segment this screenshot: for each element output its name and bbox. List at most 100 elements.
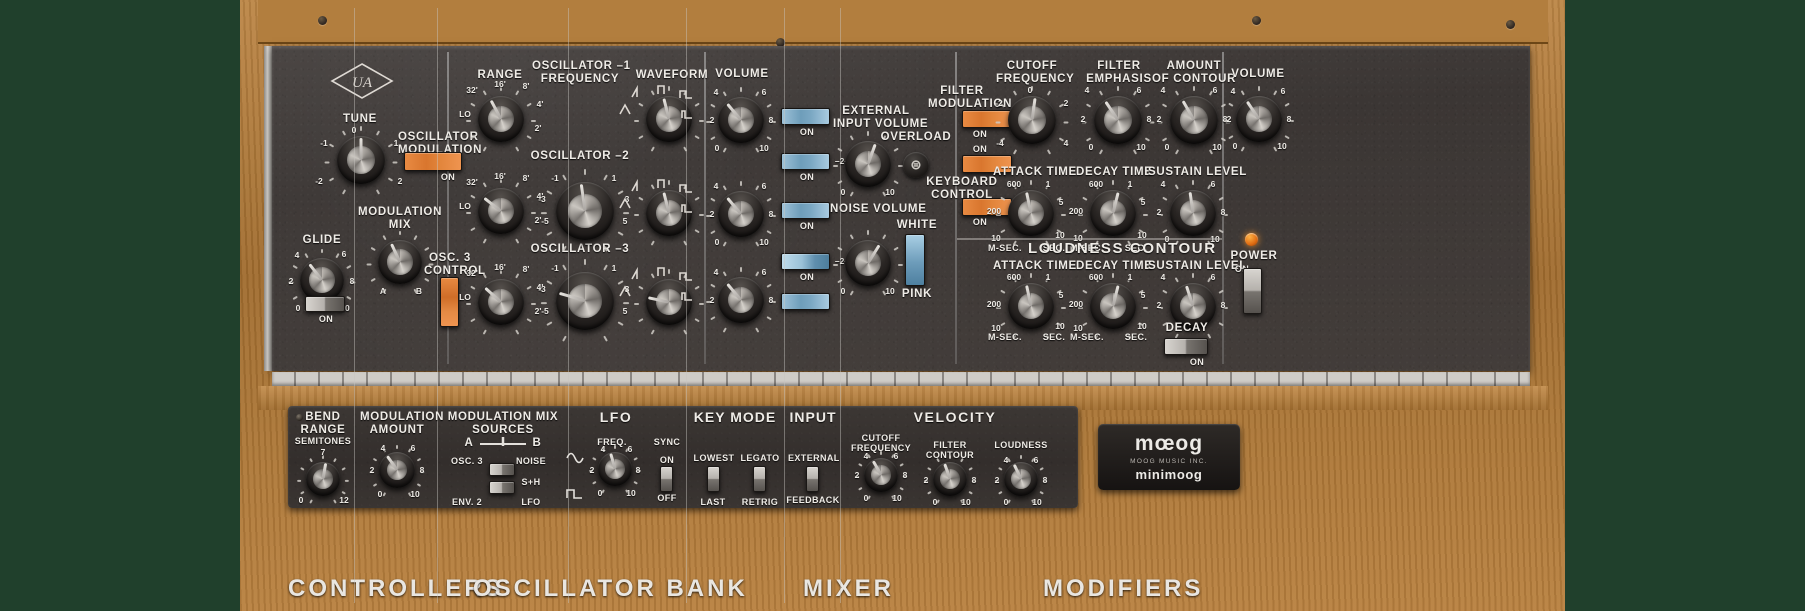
glide-on-label: ON xyxy=(318,314,334,324)
lfo-sine-wave-icon xyxy=(566,452,584,464)
cut-tick-0: 0 xyxy=(1027,85,1033,95)
mv1-tick-4: 4 xyxy=(713,87,719,97)
mv3-tick-2: 2 xyxy=(709,295,715,305)
osc2-mixer-switch[interactable] xyxy=(781,202,830,219)
lp-divider-5 xyxy=(784,8,785,603)
mms-right-switch[interactable] xyxy=(489,481,515,494)
osc1-range-knob[interactable] xyxy=(466,86,536,152)
overload-jack-icon[interactable]: ⊜ xyxy=(903,152,929,178)
input-feedback-label: FEEDBACK xyxy=(786,495,840,505)
vl-tick-4: 4 xyxy=(1003,455,1009,465)
output-volume-knob[interactable] xyxy=(1224,86,1294,152)
out-tick-2: 2 xyxy=(1226,114,1232,124)
glide-tick-4: 4 xyxy=(294,250,300,260)
section-title-mixer: MIXER xyxy=(803,575,895,602)
osc3-frequency-knob[interactable] xyxy=(540,258,630,342)
lp-divider-2 xyxy=(437,8,438,603)
pink-label: PINK xyxy=(901,288,933,300)
lcs-tick-8: 8 xyxy=(1220,300,1226,310)
fcs-tick-2: 2 xyxy=(1156,207,1162,217)
input-source-switch[interactable] xyxy=(806,466,819,492)
modamt-tick-6: 6 xyxy=(410,443,416,453)
osc2-frequency-knob[interactable] xyxy=(540,168,630,252)
modamt-tick-2: 2 xyxy=(369,465,375,475)
filter-sustain-level-knob[interactable] xyxy=(1158,180,1228,246)
osc3-freq-tick-neg1: -1 xyxy=(551,263,559,273)
osc3-mixer-switch[interactable] xyxy=(781,293,830,310)
modulation-amount-knob[interactable] xyxy=(369,444,425,497)
noise-mixer-switch[interactable] xyxy=(781,253,830,270)
velocity-cutoff-frequency-knob[interactable] xyxy=(855,451,907,500)
lfo-freq-knob[interactable] xyxy=(589,445,641,494)
loudness-decay-switch[interactable] xyxy=(1164,338,1208,355)
filter-emphasis-knob[interactable] xyxy=(1081,85,1155,155)
lca-tick-600: 600 xyxy=(1006,272,1022,282)
white-label: WHITE xyxy=(896,219,938,231)
mv1-tick-10: 10 xyxy=(759,143,769,153)
tune-tick-neg1: -1 xyxy=(320,138,328,148)
cutoff-frequency-knob[interactable] xyxy=(995,85,1069,155)
vc-tick-10: 10 xyxy=(892,493,902,503)
glide-on-switch[interactable] xyxy=(305,296,345,312)
lfo-sync-on-label: ON xyxy=(659,455,675,465)
vc-tick-4: 4 xyxy=(863,451,869,461)
key-mode-priority-switch[interactable] xyxy=(707,466,720,492)
fcd-tick-200: 200 xyxy=(1068,206,1084,216)
ext-input-mixer-switch[interactable] xyxy=(781,153,830,170)
mms-slider-track-icon[interactable] xyxy=(478,436,528,450)
bend-range-knob[interactable] xyxy=(297,455,349,504)
amt-tick-6: 6 xyxy=(1212,85,1218,95)
velocity-loudness-label: LOUDNESS xyxy=(994,440,1048,450)
white-pink-switch[interactable] xyxy=(905,234,925,286)
osc1-waveform-glyphs xyxy=(619,84,692,119)
velocity-filter-contour-knob[interactable] xyxy=(924,455,976,504)
velocity-loudness-knob[interactable] xyxy=(995,455,1047,504)
filter-attack-time-knob[interactable] xyxy=(996,180,1066,246)
osc2-range-knob[interactable] xyxy=(466,178,536,244)
key-mode-trigger-switch[interactable] xyxy=(753,466,766,492)
loudness-decay-time-knob[interactable] xyxy=(1078,273,1148,339)
lfo-square-wave-icon xyxy=(566,489,582,499)
loudness-decay-on: ON xyxy=(1189,357,1205,367)
fcs-tick-8: 8 xyxy=(1220,207,1226,217)
modamt-tick-0: 0 xyxy=(377,489,383,499)
lcd-tick-1: 1 xyxy=(1127,272,1133,282)
filter-decay-time-knob[interactable] xyxy=(1078,180,1148,246)
osc3-volume-knob[interactable] xyxy=(706,267,776,333)
fcs-tick-4: 4 xyxy=(1160,179,1166,189)
tune-knob[interactable] xyxy=(324,125,398,195)
osc3-freq-tick-neg5: -5 xyxy=(541,306,549,316)
output-volume-label: VOLUME xyxy=(1231,68,1285,80)
osc1-volume-knob[interactable] xyxy=(706,87,776,153)
waveform-label: WAVEFORM xyxy=(635,69,709,81)
vl-tick-10: 10 xyxy=(1032,497,1042,507)
fcd-tick-1: 1 xyxy=(1127,179,1133,189)
amount-of-contour-knob[interactable] xyxy=(1157,85,1231,155)
vc-tick-8: 8 xyxy=(902,470,908,480)
modulation-amount-label: MODULATION AMOUNT xyxy=(360,411,445,436)
key-mode-label: KEY MODE xyxy=(693,409,777,425)
lp-divider-1 xyxy=(354,8,355,603)
oscillator-modulation-switch[interactable] xyxy=(404,152,462,171)
noise-tick-10: 10 xyxy=(885,286,895,296)
loudness-attack-time-knob[interactable] xyxy=(996,273,1066,339)
modamt-tick-10: 10 xyxy=(410,489,420,499)
osc3-range-tick-32: 32' xyxy=(466,268,478,278)
osc3-range-knob[interactable] xyxy=(466,269,536,335)
noise-volume-knob[interactable] xyxy=(833,230,903,296)
fcd-tick-600: 600 xyxy=(1088,179,1104,189)
modulation-mix-knob[interactable] xyxy=(366,230,434,294)
osc2-volume-knob[interactable] xyxy=(706,181,776,247)
external-input-volume-knob[interactable] xyxy=(833,131,903,197)
lfo-tick-10: 10 xyxy=(626,488,636,498)
mms-left-switch[interactable] xyxy=(489,463,515,476)
filter-modulation-switch[interactable] xyxy=(962,110,1012,128)
lfo-sync-switch[interactable] xyxy=(660,466,673,492)
section-title-oscillator-bank: OSCILLATOR BANK xyxy=(473,575,748,602)
power-switch[interactable] xyxy=(1243,268,1262,314)
ext-tick-0: 0 xyxy=(840,187,846,197)
section-title-modifiers: MODIFIERS xyxy=(1043,575,1204,602)
velocity-label: VELOCITY xyxy=(913,409,997,425)
osc1-mixer-switch[interactable] xyxy=(781,108,830,125)
mms-sh-label: S+H xyxy=(521,477,541,487)
